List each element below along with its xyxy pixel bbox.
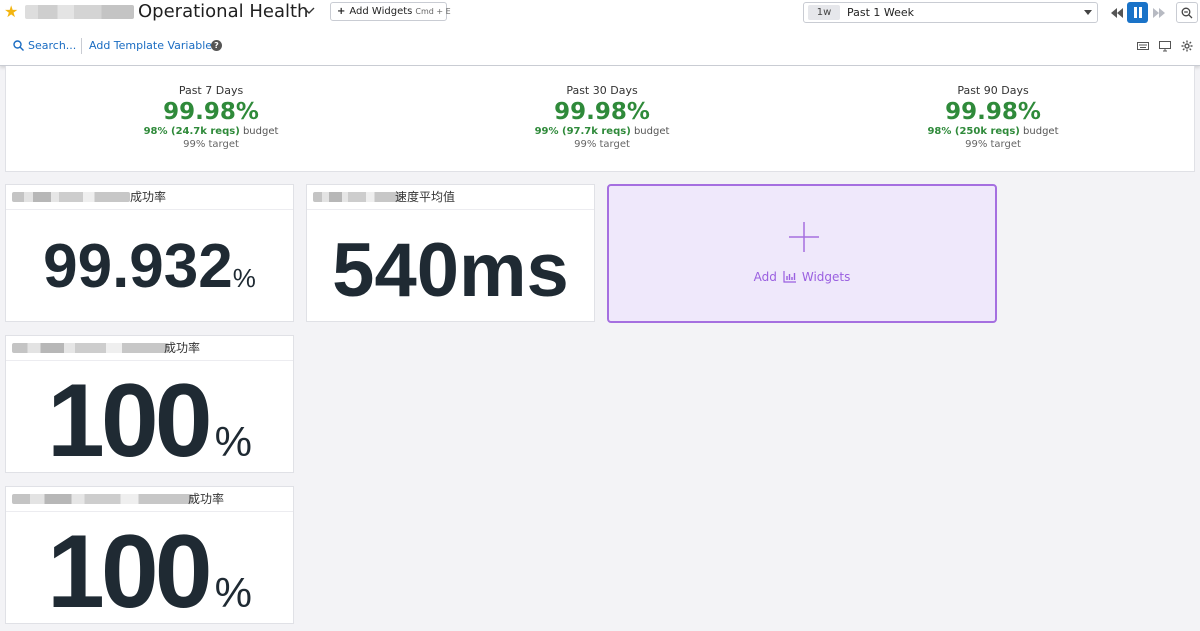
add-widgets-button[interactable]: + Add Widgets Cmd + E	[330, 2, 451, 21]
slo-column-7d: Past 7 Days 99.98% 98% (24.7k reqs) budg…	[61, 84, 361, 151]
slo-budget: 98% (24.7k reqs) budget	[61, 125, 361, 138]
slo-budget-suffix: budget	[242, 126, 279, 137]
query-value-widget[interactable]: 速度平均值 540ms	[306, 184, 595, 322]
widget-title: 成功率	[164, 341, 201, 355]
slo-budget-amount: 98% (24.7k reqs)	[143, 126, 240, 137]
search-label: Search...	[28, 39, 77, 52]
slo-budget-suffix: budget	[633, 126, 670, 137]
slo-value: 99.98%	[945, 99, 1041, 125]
chevron-down-icon[interactable]	[302, 3, 316, 17]
slo-target: 99% target	[183, 139, 239, 150]
slo-target: 99% target	[965, 139, 1021, 150]
slo-period: Past 90 Days	[957, 84, 1029, 97]
redacted-title-prefix	[12, 192, 130, 202]
add-template-variables-link[interactable]: Add Template Variables	[89, 39, 218, 53]
widget-value: 99.932	[43, 232, 233, 301]
slo-target: 99% target	[574, 139, 630, 150]
widget-header: 速度平均值	[307, 185, 594, 210]
slo-summary-panel: Past 7 Days 99.98% 98% (24.7k reqs) budg…	[5, 66, 1195, 172]
widget-unit: %	[214, 418, 252, 465]
keyboard-icon[interactable]	[1137, 40, 1149, 52]
add-label-left: Add	[753, 270, 777, 284]
widget-header: 成功率	[6, 336, 293, 361]
widget-unit: %	[214, 569, 252, 616]
slo-value: 99.98%	[163, 99, 259, 125]
time-range-label: Past 1 Week	[847, 6, 915, 19]
fast-forward-icon	[1152, 7, 1165, 18]
widget-value: 100	[47, 514, 213, 630]
add-widgets-label: Add Widgets	[349, 6, 413, 17]
slo-period: Past 7 Days	[178, 84, 244, 97]
add-widgets-shortcut: Cmd + E	[415, 7, 451, 16]
search-icon	[13, 40, 24, 51]
slo-value: 99.98%	[554, 99, 650, 125]
widget-title: 成功率	[188, 492, 225, 506]
add-widgets-tile-label: Add Widgets	[609, 269, 995, 285]
redacted-title-prefix	[12, 343, 169, 353]
query-value-widget[interactable]: 成功率 100%	[5, 335, 294, 476]
widget-header: 成功率	[6, 185, 293, 210]
redacted-title-prefix	[12, 494, 193, 504]
plus-icon: +	[337, 6, 346, 17]
slo-budget-amount: 99% (97.7k reqs)	[534, 126, 631, 137]
rewind-icon	[1110, 7, 1123, 18]
search-link[interactable]: Search...	[13, 39, 76, 53]
divider	[81, 38, 82, 54]
dashboard-header: ★ Operational Health + Add Widgets Cmd + E…	[0, 0, 1200, 66]
query-value-widget[interactable]: 成功率 100%	[5, 486, 294, 627]
slo-budget-suffix: budget	[1023, 126, 1059, 137]
zoom-out-icon	[1181, 7, 1193, 18]
widget-title: 速度平均值	[395, 190, 456, 204]
zoom-out-button[interactable]	[1176, 2, 1198, 23]
caret-down-icon	[1084, 10, 1092, 15]
time-range-select[interactable]: 1w Past 1 Week	[803, 2, 1098, 23]
redacted-dashboard-prefix	[25, 5, 134, 19]
widget-value-display: 540ms	[307, 229, 594, 313]
add-label-right: Widgets	[801, 270, 851, 284]
widget-unit: %	[232, 263, 256, 293]
slo-budget: 98% (250k reqs) budget	[843, 125, 1143, 138]
slo-budget: 99% (97.7k reqs) budget	[452, 125, 752, 138]
widget-header: 成功率	[6, 487, 293, 512]
gear-icon[interactable]	[1181, 40, 1193, 52]
rewind-button[interactable]	[1106, 2, 1127, 23]
add-widgets-tile[interactable]: Add Widgets	[607, 184, 997, 323]
slo-column-90d: Past 90 Days 99.98% 98% (250k reqs) budg…	[843, 84, 1143, 151]
widget-value: 540ms	[332, 228, 569, 313]
slo-period: Past 30 Days	[566, 84, 638, 97]
redacted-title-prefix	[313, 192, 401, 202]
widget-value-display: 100%	[6, 517, 293, 631]
favorite-star-icon[interactable]: ★	[4, 4, 20, 20]
query-value-widget[interactable]: 成功率 99.932%	[5, 184, 294, 322]
time-range-badge: 1w	[808, 5, 840, 20]
bar-chart-icon	[783, 271, 796, 283]
pause-button[interactable]	[1127, 2, 1148, 23]
widget-title: 成功率	[130, 190, 167, 204]
dashboard-title[interactable]: Operational Health	[138, 1, 308, 23]
slo-column-30d: Past 30 Days 99.98% 99% (97.7k reqs) bud…	[452, 84, 752, 151]
fast-forward-button[interactable]	[1148, 2, 1169, 23]
slo-budget-amount: 98% (250k reqs)	[927, 126, 1020, 137]
pause-icon	[1133, 7, 1142, 18]
widget-value: 100	[47, 363, 213, 479]
tv-mode-icon[interactable]	[1159, 40, 1171, 52]
widget-value-display: 99.932%	[6, 233, 293, 312]
plus-icon	[789, 222, 819, 252]
help-icon[interactable]: ?	[211, 40, 222, 51]
widget-value-display: 100%	[6, 366, 293, 497]
